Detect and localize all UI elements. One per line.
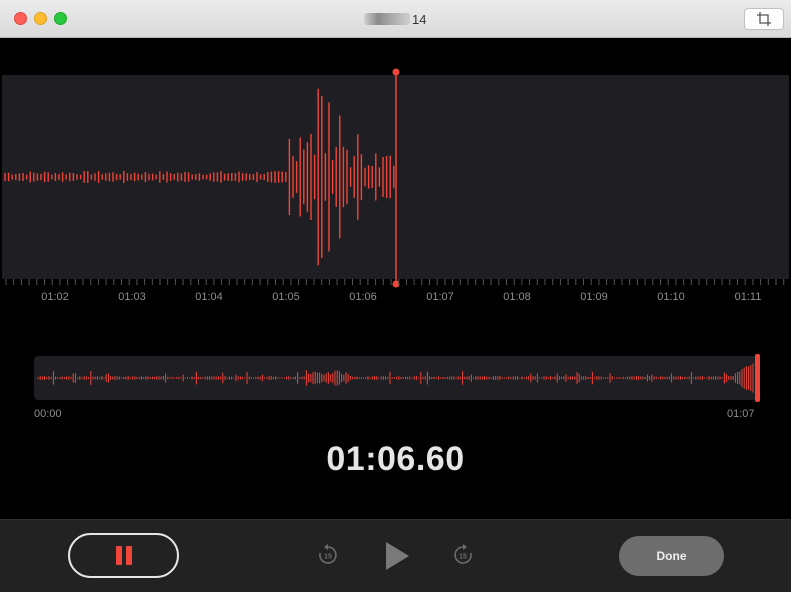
- timeline-tick-label: 01:05: [272, 291, 300, 303]
- title-bar: 14: [0, 0, 791, 38]
- elapsed-time: 01:06.60: [326, 440, 465, 478]
- timeline-tick-label: 01:06: [349, 291, 377, 303]
- waveform-bars: [4, 68, 400, 288]
- overview-playhead[interactable]: [755, 354, 760, 402]
- trim-button[interactable]: [744, 8, 784, 30]
- skip-forward-seconds: 15: [459, 554, 467, 561]
- skip-back-button[interactable]: 15: [316, 541, 340, 569]
- pause-button[interactable]: [68, 533, 179, 578]
- timeline-tick-label: 01:03: [118, 291, 146, 303]
- done-button[interactable]: Done: [619, 536, 724, 576]
- window-title: 14: [364, 11, 426, 27]
- timeline-tick-label: 01:04: [195, 291, 223, 303]
- overview-end-time: 01:07: [727, 408, 755, 420]
- skip-back-seconds: 15: [324, 554, 332, 561]
- minimize-window-button[interactable]: [34, 12, 47, 25]
- pause-icon: [115, 546, 122, 565]
- overview-start-time: 00:00: [34, 408, 62, 420]
- timeline-tick-label: 01:09: [580, 291, 608, 303]
- redacted-title-text: [364, 13, 410, 25]
- play-icon: [386, 542, 409, 570]
- skip-back-15-icon: 15: [319, 544, 337, 564]
- close-window-button[interactable]: [14, 12, 27, 25]
- timeline-tick-label: 01:11: [734, 291, 762, 303]
- playhead-handle[interactable]: [392, 68, 400, 76]
- skip-forward-15-icon: 15: [454, 544, 472, 564]
- overview-waveform-bars: [37, 354, 760, 402]
- timeline-tick-label: 01:10: [657, 291, 685, 303]
- crop-icon: [757, 12, 771, 26]
- play-button[interactable]: [383, 538, 411, 574]
- timeline-tick-label: 01:07: [426, 291, 454, 303]
- zoom-window-button[interactable]: [54, 12, 67, 25]
- window-title-suffix: 14: [412, 11, 427, 27]
- skip-forward-button[interactable]: 15: [451, 541, 475, 569]
- timeline-tick-label: 01:02: [41, 291, 69, 303]
- timeline-tick-label: 01:08: [503, 291, 531, 303]
